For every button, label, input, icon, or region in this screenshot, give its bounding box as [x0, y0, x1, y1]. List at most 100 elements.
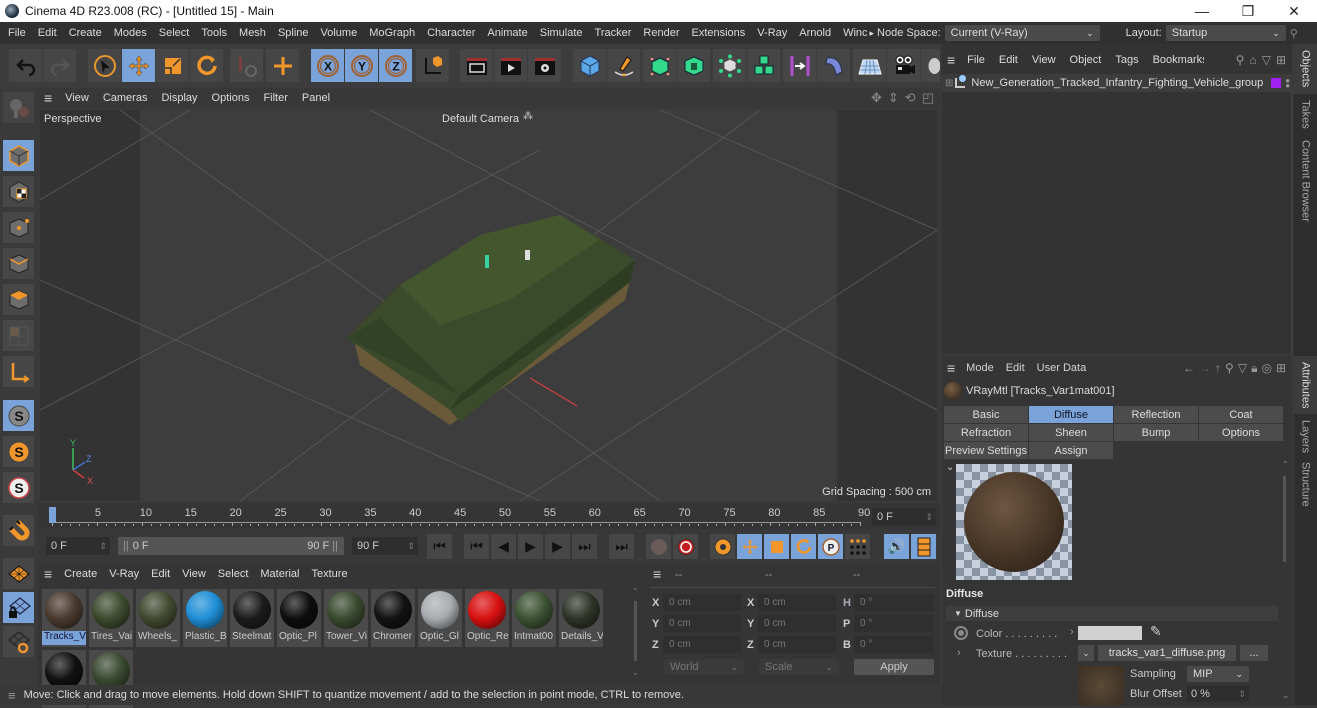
color-swatch[interactable]: [1078, 626, 1142, 640]
material-item[interactable]: Optic_Re: [465, 589, 509, 647]
rotation-b-field[interactable]: 0 °: [854, 636, 934, 653]
apply-button[interactable]: Apply: [854, 659, 934, 675]
sound-button[interactable]: 🔊: [884, 534, 909, 559]
attribute-tab-diffuse[interactable]: Diffuse: [1029, 406, 1113, 423]
render-view-button[interactable]: [460, 49, 493, 82]
texture-browse-button[interactable]: ...: [1240, 645, 1268, 661]
hamburger-menu-icon[interactable]: ≡: [653, 566, 661, 582]
material-item[interactable]: Steelmat: [230, 589, 274, 647]
locked-workplane-button[interactable]: [3, 592, 34, 623]
close-button[interactable]: ✕: [1271, 0, 1317, 22]
edges-mode-button[interactable]: [3, 248, 34, 279]
menu-create[interactable]: Create: [63, 27, 108, 39]
snap-settings-button[interactable]: S: [3, 436, 34, 467]
move-tool-button[interactable]: [122, 49, 155, 82]
object-name[interactable]: New_Generation_Tracked_Infantry_Fighting…: [967, 77, 1263, 89]
tank-model[interactable]: [347, 215, 635, 425]
new-panel-icon[interactable]: ⊞: [1276, 53, 1286, 67]
deformer-button[interactable]: [817, 49, 850, 82]
object-menu-file[interactable]: File: [960, 54, 992, 66]
material-menu-vray[interactable]: V-Ray: [103, 568, 145, 580]
material-item[interactable]: Optic_Pl: [277, 589, 321, 647]
menu-tools[interactable]: Tools: [195, 27, 233, 39]
pen-spline-button[interactable]: [607, 49, 640, 82]
menu-character[interactable]: Character: [421, 27, 481, 39]
cloner-button[interactable]: [713, 49, 746, 82]
minimize-button[interactable]: —: [1179, 0, 1225, 22]
camera-name[interactable]: Default Camera: [442, 113, 520, 125]
material-item[interactable]: Details_V: [559, 589, 603, 647]
material-menu-material[interactable]: Material: [254, 568, 305, 580]
search-icon[interactable]: ⚲: [1236, 53, 1245, 67]
material-item[interactable]: Intmat00: [512, 589, 556, 647]
hamburger-menu-icon[interactable]: ≡: [0, 688, 24, 703]
scale-tool-button[interactable]: [156, 49, 189, 82]
axis-mode-button[interactable]: [3, 356, 34, 387]
texture-expand-icon[interactable]: ›: [957, 647, 961, 659]
diffuse-group-header[interactable]: ▼ Diffuse: [946, 606, 1278, 621]
material-item[interactable]: Wheels_: [136, 589, 180, 647]
magnet-tool-button[interactable]: [3, 515, 34, 546]
material-menu-select[interactable]: Select: [212, 568, 255, 580]
key-scale-button[interactable]: [764, 534, 789, 559]
viewport-orbit-icon[interactable]: ⟲: [905, 90, 916, 106]
side-tab-attributes[interactable]: Attributes: [1294, 356, 1317, 414]
menu-overflow-icon[interactable]: ▸: [870, 28, 878, 39]
live-selection-button[interactable]: [88, 49, 121, 82]
playhead[interactable]: [49, 507, 56, 523]
key-parameter-button[interactable]: P: [818, 534, 843, 559]
attribute-tab-basic[interactable]: Basic: [944, 406, 1028, 423]
object-menu-view[interactable]: View: [1025, 54, 1063, 66]
maximize-button[interactable]: ❐: [1225, 0, 1271, 22]
record-active-button[interactable]: [646, 534, 671, 559]
x-axis-lock-button[interactable]: X: [311, 49, 344, 82]
hamburger-menu-icon[interactable]: ≡: [38, 566, 58, 582]
layout-dropdown[interactable]: Startup ⌄: [1165, 25, 1286, 41]
subdivision-surface-button[interactable]: [643, 49, 676, 82]
node-space-dropdown[interactable]: Current (V-Ray) ⌄: [944, 25, 1100, 41]
attribute-tab-sheen[interactable]: Sheen: [1029, 424, 1113, 441]
frame-range-slider[interactable]: || 0 F 90 F ||: [118, 537, 344, 555]
workplane-snap-button[interactable]: S: [3, 472, 34, 503]
uv-mode-button[interactable]: [3, 320, 34, 351]
visibility-dots-icon[interactable]: ● ●: [1285, 77, 1290, 90]
redo-button[interactable]: [43, 49, 76, 82]
texture-file-button[interactable]: tracks_var1_diffuse.png: [1098, 645, 1236, 661]
rotate-tool-button[interactable]: [190, 49, 223, 82]
expand-icon[interactable]: ⊞: [942, 78, 955, 89]
attribute-tab-bump[interactable]: Bump: [1114, 424, 1198, 441]
recent-tools-button[interactable]: [230, 49, 263, 82]
color-animate-radio[interactable]: [954, 626, 968, 640]
attribute-menu-mode[interactable]: Mode: [960, 362, 1000, 374]
size-y-field[interactable]: 0 cm: [758, 615, 836, 632]
key-point-level-button[interactable]: [845, 534, 870, 559]
menu-edit[interactable]: Edit: [32, 27, 63, 39]
menu-volume[interactable]: Volume: [315, 27, 364, 39]
menu-modes[interactable]: Modes: [108, 27, 153, 39]
menu-file[interactable]: File: [2, 27, 32, 39]
viewport-menu-display[interactable]: Display: [154, 92, 204, 104]
key-rotation-button[interactable]: [791, 534, 816, 559]
eyedropper-icon[interactable]: ✎: [1150, 623, 1162, 640]
target-icon[interactable]: ◎: [1261, 361, 1271, 376]
material-scrollbar[interactable]: ⌃ ⌄: [631, 587, 641, 677]
floor-button[interactable]: [853, 49, 886, 82]
search-icon[interactable]: ⚲: [1225, 361, 1234, 376]
extrude-button[interactable]: [677, 49, 710, 82]
material-menu-create[interactable]: Create: [58, 568, 103, 580]
symmetry-button[interactable]: [783, 49, 816, 82]
forward-arrow-icon[interactable]: →: [1199, 361, 1211, 376]
menu-mesh[interactable]: Mesh: [233, 27, 272, 39]
attribute-tab-assign[interactable]: Assign: [1029, 442, 1113, 459]
render-settings-button[interactable]: [528, 49, 561, 82]
side-tab-content-browser[interactable]: Content Browser: [1294, 134, 1317, 224]
menu-arnold[interactable]: Arnold: [793, 27, 837, 39]
camera-button[interactable]: [887, 49, 920, 82]
rotation-h-field[interactable]: 0 °: [854, 594, 934, 611]
menu-animate[interactable]: Animate: [481, 27, 533, 39]
viewport-maximize-icon[interactable]: ◰: [922, 90, 934, 106]
side-tab-layers[interactable]: Layers: [1294, 414, 1317, 456]
polygons-mode-button[interactable]: [3, 284, 34, 315]
hamburger-menu-icon[interactable]: ≡: [942, 360, 960, 376]
sampling-dropdown[interactable]: MIP ⌄: [1187, 666, 1249, 682]
